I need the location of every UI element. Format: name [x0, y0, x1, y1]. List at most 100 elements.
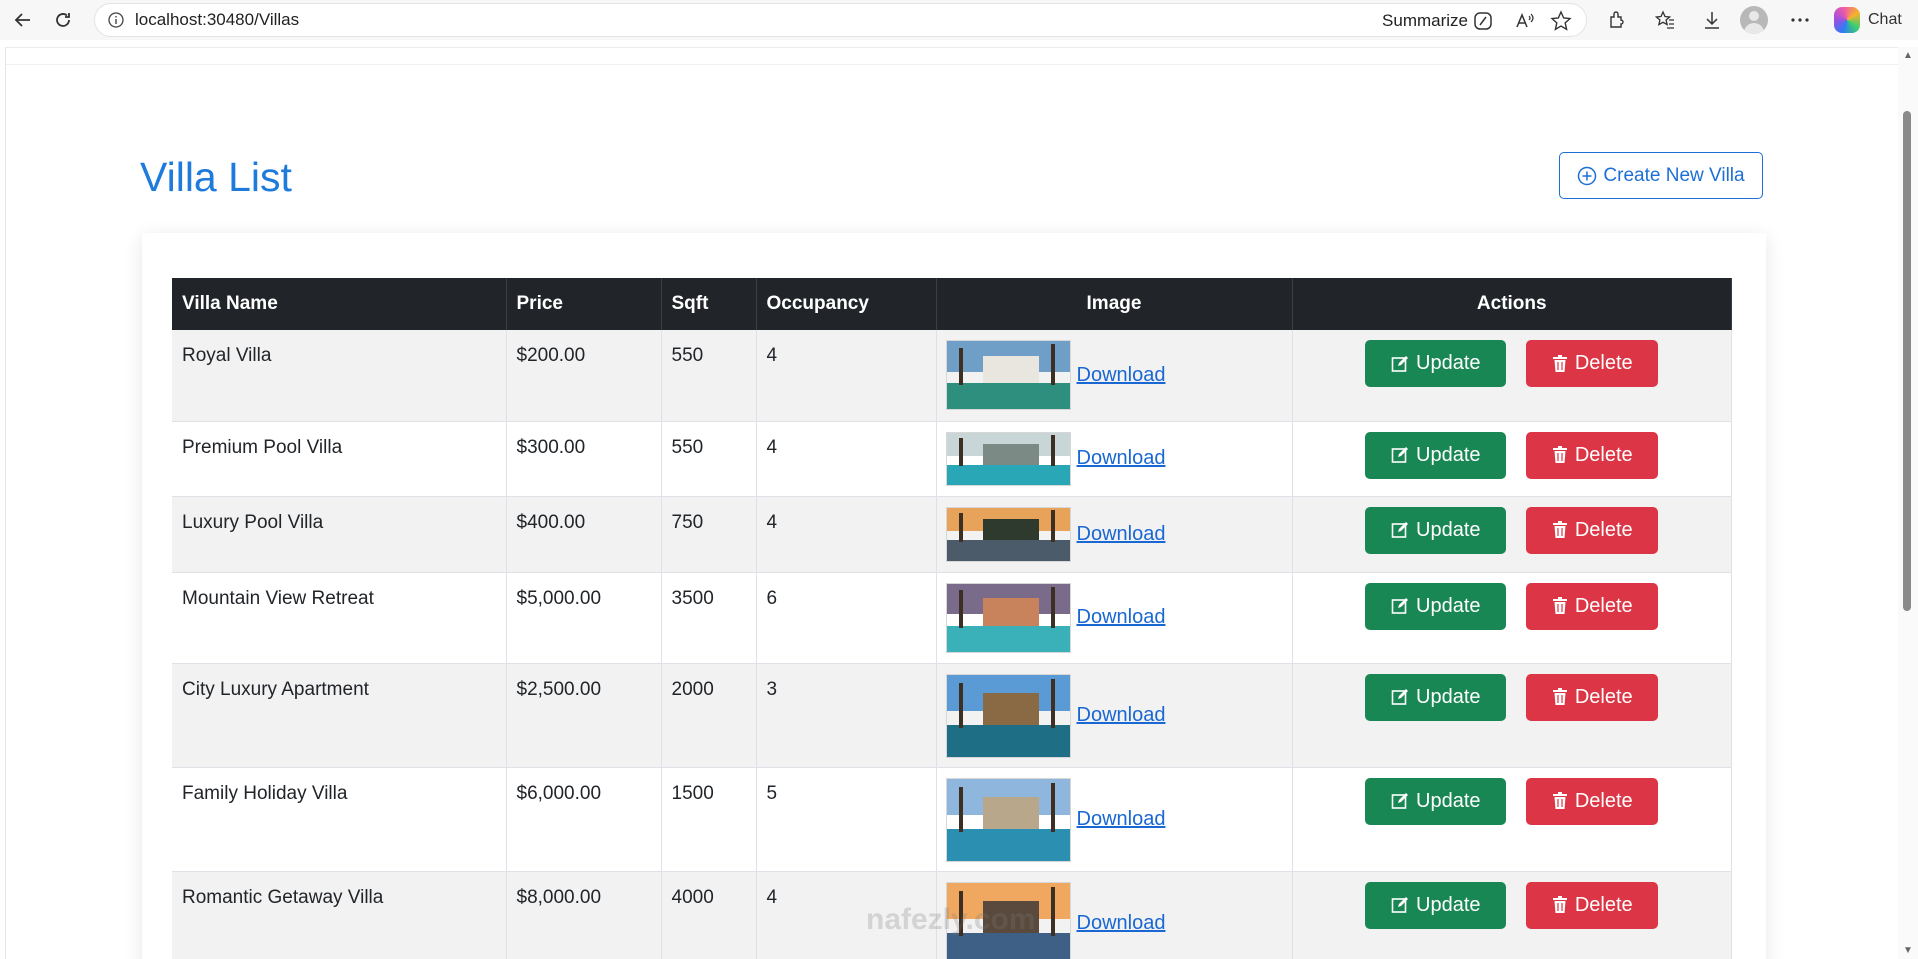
plus-circle-icon [1577, 166, 1597, 186]
download-link[interactable]: Download [1077, 704, 1166, 727]
summarize-label: Summarize [1382, 11, 1468, 30]
image-wrapper: Download [945, 673, 1283, 758]
download-link[interactable]: Download [1077, 808, 1166, 831]
update-button[interactable]: Update [1365, 431, 1507, 479]
update-button[interactable]: Update [1365, 881, 1507, 929]
update-label: Update [1416, 443, 1481, 466]
thumbnail-palm [1051, 435, 1056, 467]
price-cell: $5,000.00 [506, 572, 662, 664]
scroll-down-arrow-icon[interactable]: ▼ [1903, 945, 1913, 956]
thumbnail-palm [958, 512, 963, 542]
thumbnail-palm [1051, 510, 1056, 542]
trash-icon [1552, 688, 1567, 705]
villa-name-cell: Premium Pool Villa [172, 421, 507, 497]
table-row: Luxury Pool Villa $400.00 750 4 Download Upda… [172, 496, 1732, 573]
image-wrapper: Download [945, 777, 1283, 862]
sqft-cell: 4000 [661, 871, 757, 959]
download-link[interactable]: Download [1077, 606, 1166, 629]
delete-button[interactable]: Delete [1526, 673, 1659, 721]
occupancy-cell: 4 [756, 421, 937, 497]
update-button[interactable]: Update [1365, 777, 1507, 825]
sqft-cell: 750 [661, 496, 757, 573]
villa-name-cell: Romantic Getaway Villa [172, 871, 507, 959]
sqft-cell: 3500 [661, 572, 757, 664]
thumbnail-palm [958, 590, 963, 628]
scroll-up-arrow-icon[interactable]: ▲ [1903, 50, 1913, 61]
read-aloud-icon[interactable] [1514, 10, 1536, 32]
thumbnail-building [983, 519, 1039, 541]
favorite-star-icon[interactable] [1550, 10, 1572, 32]
occupancy-cell: 5 [756, 767, 937, 872]
thumbnail-water [946, 625, 1070, 652]
actions-cell: Update Delete [1292, 767, 1732, 872]
update-button[interactable]: Update [1365, 340, 1507, 387]
table-row: Premium Pool Villa $300.00 550 4 Download Upd… [172, 421, 1732, 497]
more-options-icon[interactable] [1789, 9, 1811, 31]
table-row: City Luxury Apartment $2,500.00 2000 3 Downl… [172, 663, 1732, 768]
update-label: Update [1416, 594, 1481, 617]
address-bar[interactable]: localhost:30480/Villas Summarize [94, 3, 1587, 37]
trash-icon [1552, 792, 1567, 809]
row-actions: Update Delete [1303, 582, 1722, 630]
refresh-button[interactable] [46, 3, 80, 37]
actions-cell: Update Delete [1292, 496, 1732, 573]
update-button[interactable]: Update [1365, 582, 1507, 630]
back-arrow-icon [14, 13, 30, 27]
profile-avatar[interactable] [1740, 6, 1768, 34]
occupancy-cell: 6 [756, 572, 937, 664]
villa-thumbnail [945, 431, 1071, 486]
villa-name-cell: Family Holiday Villa [172, 767, 507, 872]
page-title: Villa List [140, 154, 292, 200]
download-link[interactable]: Download [1077, 364, 1166, 387]
delete-button[interactable]: Delete [1526, 582, 1659, 630]
thumbnail-palm [1051, 344, 1056, 386]
thumbnail-water [946, 540, 1070, 561]
delete-button[interactable]: Delete [1526, 340, 1659, 387]
sqft-cell: 550 [661, 330, 757, 422]
thumbnail-water [946, 829, 1070, 861]
trash-icon [1552, 354, 1567, 372]
update-button[interactable]: Update [1365, 673, 1507, 721]
actions-cell: Update Delete [1292, 421, 1732, 497]
price-cell: $8,000.00 [506, 871, 662, 959]
thumbnail-palm [1051, 782, 1056, 832]
downloads-icon[interactable] [1701, 9, 1723, 31]
download-link[interactable]: Download [1077, 912, 1166, 935]
summarize-button[interactable]: Summarize [1382, 4, 1494, 38]
image-cell: Download [936, 330, 1293, 422]
price-cell: $400.00 [506, 496, 662, 573]
favorites-list-icon[interactable] [1654, 9, 1676, 31]
header-occupancy: Occupancy [756, 278, 937, 330]
delete-label: Delete [1574, 443, 1633, 466]
price-cell: $2,500.00 [506, 663, 662, 768]
villa-thumbnail [945, 340, 1071, 410]
url-text[interactable]: localhost:30480/Villas [135, 10, 299, 30]
delete-label: Delete [1574, 594, 1633, 617]
delete-button[interactable]: Delete [1526, 777, 1659, 825]
thumbnail-building [983, 796, 1039, 830]
header-sqft: Sqft [661, 278, 757, 330]
delete-button[interactable]: Delete [1526, 506, 1659, 554]
thumbnail-palm [958, 347, 963, 386]
delete-button[interactable]: Delete [1526, 881, 1659, 929]
update-button[interactable]: Update [1365, 506, 1507, 554]
villa-thumbnail [945, 582, 1071, 653]
delete-label: Delete [1574, 789, 1633, 812]
occupancy-cell: 3 [756, 663, 937, 768]
info-icon[interactable] [107, 11, 125, 29]
scrollbar-thumb[interactable] [1903, 111, 1911, 611]
back-button[interactable] [6, 3, 40, 37]
create-new-villa-button[interactable]: Create New Villa [1559, 152, 1763, 199]
copilot-chat-button[interactable]: Chat [1834, 6, 1902, 34]
actions-cell: Update Delete [1292, 330, 1732, 422]
download-link[interactable]: Download [1077, 523, 1166, 546]
image-wrapper: Download [945, 582, 1283, 653]
download-link[interactable]: Download [1077, 447, 1166, 470]
delete-button[interactable]: Delete [1526, 431, 1659, 479]
extensions-icon[interactable] [1606, 9, 1628, 31]
navbar-strip [6, 48, 1898, 65]
image-cell: Download [936, 663, 1293, 768]
browser-toolbar: localhost:30480/Villas Summarize Chat [0, 0, 1918, 40]
page-viewport: Villa List Create New Villa Villa Name P… [5, 47, 1898, 959]
edit-icon [1391, 355, 1408, 372]
